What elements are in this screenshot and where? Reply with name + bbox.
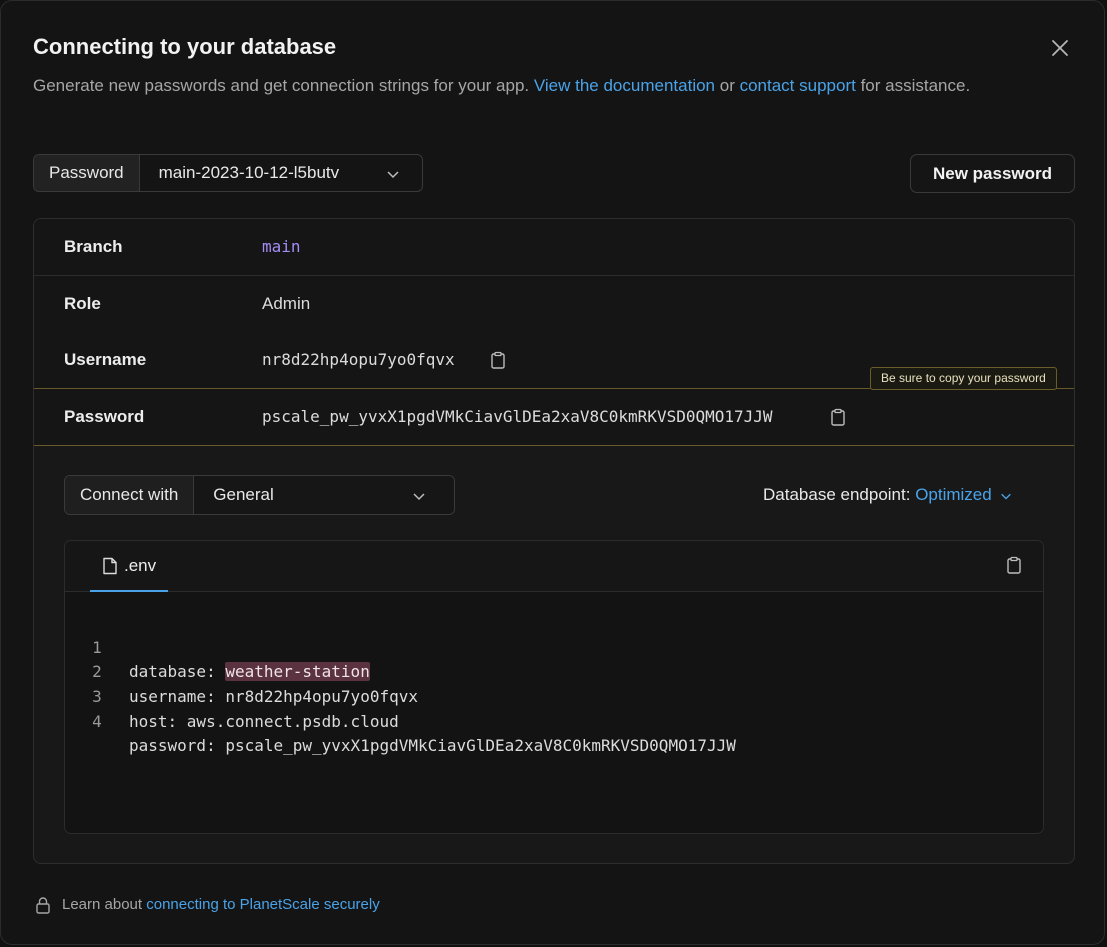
line-content: database: weather-station xyxy=(129,660,370,685)
username-value: nr8d22hp4opu7yo0fqvx xyxy=(262,350,455,369)
password-label: Password xyxy=(64,407,145,426)
role-row: Role Admin xyxy=(34,276,1074,333)
description-suffix: for assistance. xyxy=(860,76,971,95)
password-value: pscale_pw_yvxX1pgdVMkCiavGlDEa2xaV8C0kmR… xyxy=(262,407,773,426)
branch-label: Branch xyxy=(64,237,123,256)
password-row: Password pscale_pw_yvxX1pgdVMkCiavGlDEa2… xyxy=(34,388,1074,446)
modal-description: Generate new passwords and get connectio… xyxy=(33,73,993,99)
secure-connection-link[interactable]: connecting to PlanetScale securely xyxy=(146,896,379,913)
code-block: .env 1 database: weather-station 2 usern… xyxy=(64,540,1044,834)
connect-with-label: Connect with xyxy=(65,476,195,514)
code-lines: 1 database: weather-station 2 username: … xyxy=(65,611,736,756)
code-line: 4 password: pscale_pw_yvxX1pgdVMkCiavGlD… xyxy=(65,685,736,756)
password-select-label: Password xyxy=(34,155,140,191)
connection-modal: Connecting to your database Generate new… xyxy=(0,0,1105,945)
code-tabs: .env xyxy=(65,541,1043,592)
role-value: Admin xyxy=(262,294,311,313)
copy-username-icon[interactable] xyxy=(489,351,507,369)
endpoint-label: Database endpoint: xyxy=(763,485,911,504)
chevron-down-icon xyxy=(413,493,425,501)
lock-icon xyxy=(36,897,50,914)
line-content: host: aws.connect.psdb.cloud xyxy=(129,711,399,731)
line-content: username: nr8d22hp4opu7yo0fqvx xyxy=(129,687,418,707)
code-line: 2 username: nr8d22hp4opu7yo0fqvx xyxy=(65,636,418,706)
password-select[interactable]: Password main-2023-10-12-l5butv xyxy=(33,154,423,192)
username-label: Username xyxy=(64,350,147,369)
tab-env-label: .env xyxy=(124,556,157,575)
chevron-down-icon xyxy=(387,171,399,179)
or-text: or xyxy=(719,76,735,95)
close-icon[interactable] xyxy=(1047,35,1073,61)
modal-title: Connecting to your database xyxy=(33,34,337,59)
code-line: 1 database: weather-station xyxy=(65,611,370,682)
connect-with-select[interactable]: Connect with General xyxy=(64,475,455,515)
copy-password-icon[interactable] xyxy=(829,408,847,426)
footer: Learn about connecting to PlanetScale se… xyxy=(62,894,380,916)
connection-card: Branch main Role Admin Username nr8d22hp… xyxy=(33,218,1075,864)
connect-with-value-text: General xyxy=(213,485,274,504)
role-label: Role xyxy=(64,294,101,313)
line-content: password: pscale_pw_yvxX1pgdVMkCiavGlDEa… xyxy=(129,736,736,756)
new-password-button[interactable]: New password xyxy=(910,154,1075,193)
code-line: 3 host: aws.connect.psdb.cloud xyxy=(65,660,399,731)
chevron-down-icon xyxy=(1001,493,1012,500)
branch-value: main xyxy=(262,237,301,256)
description-text: Generate new passwords and get connectio… xyxy=(33,76,530,95)
contact-support-link[interactable]: contact support xyxy=(740,76,856,95)
password-select-value-text: main-2023-10-12-l5butv xyxy=(158,163,340,182)
file-icon xyxy=(103,557,117,575)
footer-text: Learn about xyxy=(62,896,143,913)
branch-row: Branch main xyxy=(34,219,1074,276)
database-endpoint: Database endpoint: Optimized xyxy=(763,475,1012,515)
copy-code-icon[interactable] xyxy=(1005,556,1023,574)
tab-env[interactable]: .env xyxy=(90,541,168,592)
endpoint-value: Optimized xyxy=(915,485,992,504)
highlighted-database-name: weather-station xyxy=(225,662,370,682)
connect-with-value[interactable]: General xyxy=(194,476,454,514)
line-number: 4 xyxy=(92,711,102,731)
documentation-link[interactable]: View the documentation xyxy=(534,76,715,95)
copy-password-tooltip: Be sure to copy your password xyxy=(870,367,1057,390)
password-select-value[interactable]: main-2023-10-12-l5butv xyxy=(140,155,422,191)
endpoint-select[interactable]: Optimized xyxy=(915,485,1012,504)
